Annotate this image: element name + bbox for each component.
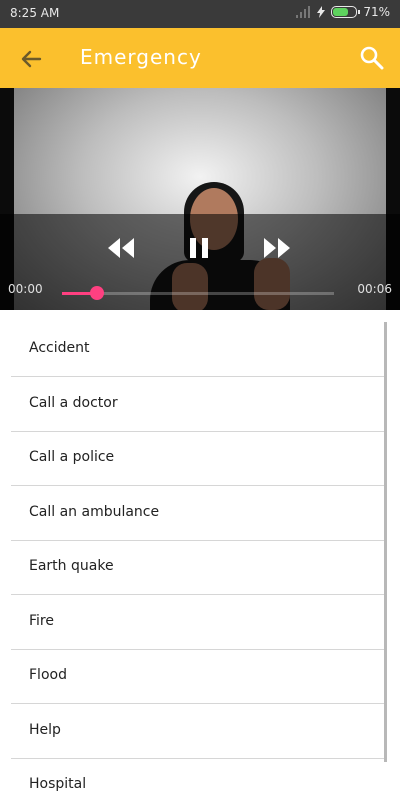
phrase-list: Accident Call a doctor Call a police Cal… — [0, 322, 400, 800]
list-item-hospital[interactable]: Hospital — [11, 758, 387, 812]
rewind-icon[interactable] — [104, 236, 136, 260]
charging-icon — [317, 6, 326, 18]
app-toolbar: Emergency — [0, 28, 400, 88]
list-item-label: Flood — [29, 667, 67, 683]
list-item-call-an-ambulance[interactable]: Call an ambulance — [11, 486, 387, 541]
battery-fill — [333, 8, 349, 16]
list-item-label: Hospital — [29, 776, 87, 792]
list-item-label: Call an ambulance — [29, 504, 160, 520]
list-item-call-a-police[interactable]: Call a police — [11, 431, 387, 486]
list-item-fire[interactable]: Fire — [11, 595, 387, 650]
list-item-label: Accident — [29, 340, 90, 356]
list-item-help[interactable]: Help — [11, 704, 387, 759]
status-time: 8:25 AM — [10, 6, 60, 20]
status-bar: 8:25 AM 71% — [0, 0, 400, 28]
back-arrow-icon[interactable] — [16, 44, 46, 74]
search-icon[interactable] — [358, 44, 386, 72]
signal-icon — [296, 6, 311, 18]
list-item-label: Fire — [29, 613, 54, 629]
seek-bar-thumb[interactable] — [90, 286, 104, 300]
page-title: Emergency — [80, 45, 202, 69]
duration-time: 00:06 — [357, 282, 392, 296]
list-scrollbar[interactable] — [384, 322, 387, 762]
list-item-label: Call a doctor — [29, 395, 118, 411]
fast-forward-icon[interactable] — [262, 236, 294, 260]
list-item-flood[interactable]: Flood — [11, 649, 387, 704]
list-item-label: Call a police — [29, 449, 115, 465]
list-item-call-a-doctor[interactable]: Call a doctor — [11, 377, 387, 432]
pause-icon[interactable] — [186, 236, 212, 260]
list-item-earth-quake[interactable]: Earth quake — [11, 540, 387, 595]
list-item-label: Earth quake — [29, 558, 114, 574]
current-time: 00:00 — [8, 282, 43, 296]
video-player[interactable] — [0, 88, 400, 310]
battery-icon — [331, 6, 361, 18]
list-item-label: Help — [29, 722, 61, 738]
player-controls-overlay — [0, 214, 400, 310]
status-icons: 71% — [295, 5, 390, 19]
battery-percent: 71% — [363, 5, 390, 19]
list-item-accident[interactable]: Accident — [11, 322, 387, 377]
